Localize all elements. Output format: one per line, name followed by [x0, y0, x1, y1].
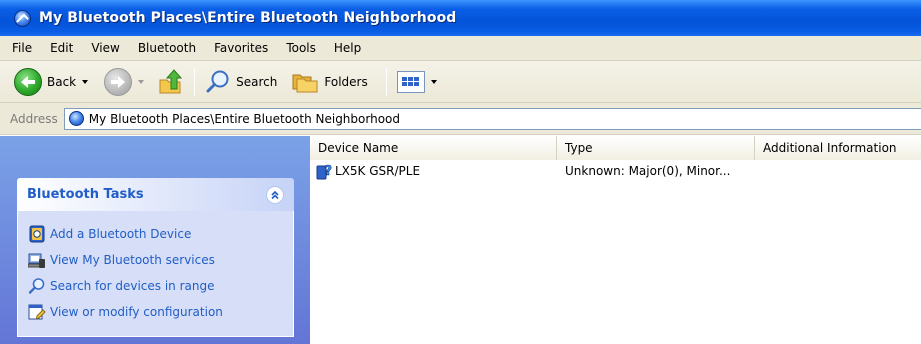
- forward-arrow-icon: [104, 67, 133, 96]
- views-icon: [396, 70, 425, 93]
- forward-button[interactable]: [100, 65, 148, 99]
- task-label: View or modify configuration: [50, 305, 223, 319]
- task-search-devices[interactable]: Search for devices in range: [28, 273, 293, 299]
- toolbar-separator: [194, 67, 196, 96]
- list-header: Device Name Type Additional Information: [310, 136, 921, 160]
- folders-label: Folders: [324, 74, 368, 89]
- column-type[interactable]: Type: [557, 136, 755, 160]
- menu-file[interactable]: File: [12, 41, 32, 55]
- address-field[interactable]: My Bluetooth Places\Entire Bluetooth Nei…: [63, 107, 921, 130]
- table-row[interactable]: ? LX5K GSR/PLE Unknown: Major(0), Minor.…: [310, 160, 921, 182]
- up-folder-icon: [159, 68, 183, 93]
- add-device-icon: [29, 225, 45, 243]
- menu-help[interactable]: Help: [334, 41, 361, 55]
- menu-favorites[interactable]: Favorites: [214, 41, 268, 55]
- menu-bar: File Edit View Bluetooth Favorites Tools…: [0, 36, 921, 61]
- search-button[interactable]: Search: [201, 65, 281, 99]
- column-device-name[interactable]: Device Name: [310, 136, 557, 160]
- up-folder-button[interactable]: [152, 65, 188, 99]
- menu-edit[interactable]: Edit: [50, 41, 73, 55]
- back-button[interactable]: Back: [10, 65, 92, 99]
- views-dropdown-icon[interactable]: [430, 79, 437, 84]
- toolbar: Back Search Folders: [0, 61, 921, 103]
- task-pane: Bluetooth Tasks Add a Bluetooth Device V…: [0, 136, 310, 344]
- back-label: Back: [47, 74, 77, 89]
- svg-text:?: ?: [325, 164, 333, 179]
- address-value: My Bluetooth Places\Entire Bluetooth Nei…: [88, 111, 400, 126]
- task-modify-configuration[interactable]: View or modify configuration: [28, 299, 293, 325]
- folders-icon: [292, 74, 318, 92]
- address-bar: Address My Bluetooth Places\Entire Bluet…: [0, 103, 921, 135]
- search-label: Search: [236, 74, 278, 89]
- device-name-cell: ? LX5K GSR/PLE: [310, 162, 557, 180]
- search-icon: [206, 70, 229, 92]
- menu-view[interactable]: View: [91, 41, 119, 55]
- task-group-body: Add a Bluetooth Device View My Bluetooth…: [17, 211, 294, 337]
- menu-tools[interactable]: Tools: [286, 41, 316, 55]
- bluetooth-tasks-group: Bluetooth Tasks Add a Bluetooth Device V…: [17, 178, 294, 337]
- back-arrow-icon: [14, 67, 42, 96]
- task-label: View My Bluetooth services: [50, 253, 215, 267]
- column-additional-information[interactable]: Additional Information: [755, 136, 921, 160]
- services-icon: [28, 253, 45, 268]
- device-type: Unknown: Major(0), Minor...: [565, 164, 731, 178]
- forward-dropdown-icon[interactable]: [138, 79, 145, 84]
- title-bar[interactable]: My Bluetooth Places\Entire Bluetooth Nei…: [0, 0, 921, 36]
- bluetooth-places-icon: [14, 9, 31, 27]
- task-label: Add a Bluetooth Device: [50, 227, 192, 241]
- device-list: Device Name Type Additional Information …: [310, 136, 921, 344]
- views-button[interactable]: [393, 65, 441, 99]
- address-label: Address: [10, 111, 58, 126]
- window-title: My Bluetooth Places\Entire Bluetooth Nei…: [39, 10, 457, 26]
- task-label: Search for devices in range: [50, 279, 215, 293]
- task-group-header[interactable]: Bluetooth Tasks: [17, 178, 294, 211]
- task-group-title: Bluetooth Tasks: [27, 187, 144, 202]
- unknown-device-icon: ?: [316, 164, 333, 180]
- back-dropdown-icon[interactable]: [82, 79, 89, 84]
- collapse-chevron-icon[interactable]: [266, 185, 284, 204]
- task-add-device[interactable]: Add a Bluetooth Device: [28, 221, 293, 247]
- folders-button[interactable]: Folders: [287, 65, 371, 99]
- configuration-icon: [28, 304, 46, 320]
- bluetooth-places-icon: [68, 111, 84, 126]
- search-icon: [28, 278, 45, 294]
- toolbar-separator: [385, 67, 387, 96]
- menu-bluetooth[interactable]: Bluetooth: [138, 41, 196, 55]
- task-view-services[interactable]: View My Bluetooth services: [28, 247, 293, 273]
- device-name: LX5K GSR/PLE: [335, 164, 421, 178]
